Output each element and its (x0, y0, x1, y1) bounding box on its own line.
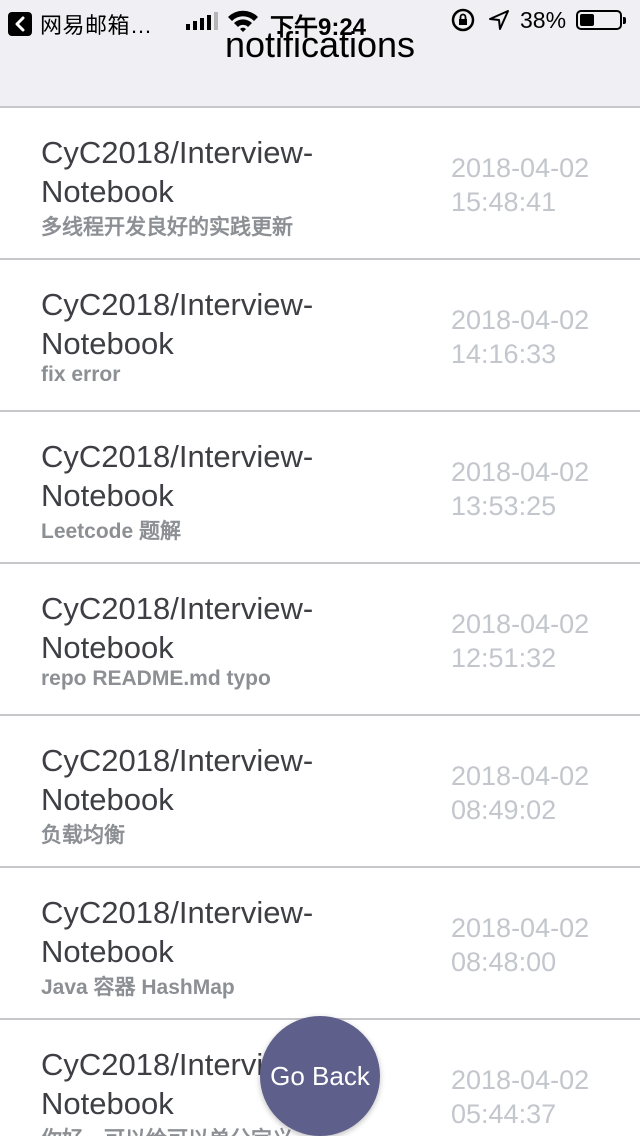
notification-timestamp: 2018-04-02 13:53:25 (451, 455, 621, 523)
notification-timestamp: 2018-04-02 08:48:00 (451, 911, 621, 979)
notification-message: repo README.md typo (41, 667, 271, 690)
notification-date: 2018-04-02 (451, 913, 590, 943)
notification-timestamp: 2018-04-02 08:49:02 (451, 759, 621, 827)
notification-time: 14:16:33 (451, 339, 557, 369)
notification-row[interactable]: CyC2018/Interview-Notebook Leetcode 题解 201… (0, 412, 640, 564)
notification-date: 2018-04-02 (451, 761, 590, 791)
notification-date: 2018-04-02 (451, 1065, 590, 1095)
notification-time: 15:48:41 (451, 187, 557, 217)
page-title: notifications (224, 24, 416, 65)
notification-time: 13:53:25 (451, 491, 557, 521)
top-bar: 网易邮箱… 下午9:24 38% notifications (0, 0, 640, 108)
notification-row[interactable]: CyC2018/Interview-Notebook repo README.md… (0, 564, 640, 716)
notification-message: Java 容器 HashMap (41, 976, 235, 999)
notification-time: 08:48:00 (451, 947, 557, 977)
notification-message: 负载均衡 (41, 824, 125, 847)
notification-message: Leetcode 题解 (41, 520, 182, 543)
notifications-screen: 网易邮箱… 下午9:24 38% notifications CyC2018/I… (0, 0, 640, 1136)
notification-repo: CyC2018/Interview-Notebook (41, 135, 314, 209)
notification-message: fix error (41, 363, 121, 386)
notification-timestamp: 2018-04-02 14:16:33 (451, 303, 621, 371)
notification-date: 2018-04-02 (451, 609, 590, 639)
notification-timestamp: 2018-04-02 12:51:32 (451, 607, 621, 675)
notification-timestamp: 2018-04-02 15:48:41 (451, 151, 621, 219)
notification-repo: CyC2018/Interview-Notebook (41, 895, 314, 969)
notification-date: 2018-04-02 (451, 305, 590, 335)
notification-repo: CyC2018/Interview-Notebook (41, 287, 314, 361)
notification-row[interactable]: CyC2018/Interview-Notebook fix error 2018-… (0, 260, 640, 412)
notification-repo: CyC2018/Interview-Notebook (41, 439, 314, 513)
go-back-button[interactable]: Go Back (260, 1016, 380, 1136)
notification-time: 05:44:37 (451, 1099, 557, 1129)
notification-date: 2018-04-02 (451, 457, 590, 487)
notification-repo: CyC2018/Interview-Notebook (41, 743, 314, 817)
notification-row[interactable]: CyC2018/Interview-Notebook 多线程开发良好的实践更新 20… (0, 108, 640, 260)
notification-message: 你好，可以给可以单分定义 (41, 1123, 293, 1136)
notification-time: 12:51:32 (451, 643, 557, 673)
notification-row[interactable]: CyC2018/Interview-Notebook Java 容器 HashMa… (0, 868, 640, 1020)
notification-date: 2018-04-02 (451, 153, 590, 183)
notification-timestamp: 2018-04-02 05:44:37 (451, 1063, 621, 1131)
notification-list: CyC2018/Interview-Notebook 多线程开发良好的实践更新 20… (0, 108, 640, 1136)
notification-time: 08:49:02 (451, 795, 557, 825)
notification-repo: CyC2018/Interview-Notebook (41, 591, 314, 665)
notification-message: 多线程开发良好的实践更新 (41, 216, 293, 239)
notification-row[interactable]: CyC2018/Interview-Notebook 负载均衡 2018-04-02… (0, 716, 640, 868)
